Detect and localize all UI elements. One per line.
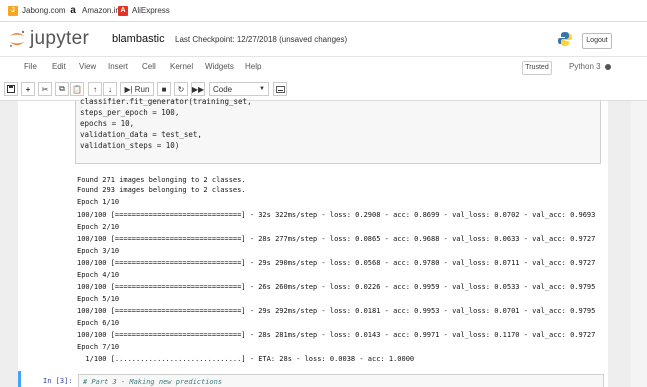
bookmark-jabong[interactable]: J Jabong.com <box>8 4 66 17</box>
output-line: Epoch 1/10 <box>77 198 120 206</box>
bookmark-amazon[interactable]: a Amazon.in <box>68 4 120 17</box>
insert-cell-button[interactable]: + <box>21 82 35 96</box>
code-line: classifier.fit_generator(training_set, <box>80 97 252 106</box>
output-line: 100/100 [==============================]… <box>77 307 596 315</box>
move-up-button[interactable]: ↑ <box>88 82 102 96</box>
output-line: 100/100 [==============================]… <box>77 235 596 243</box>
checkpoint-status: Last Checkpoint: 12/27/2018 (unsaved cha… <box>175 35 347 44</box>
notebook-page: classifier.fit_generator(training_set, s… <box>18 97 608 387</box>
output-line: Found 271 images belonging to 2 classes. <box>77 176 246 184</box>
output-line: 100/100 [==============================]… <box>77 259 596 267</box>
command-palette-button[interactable] <box>273 82 287 96</box>
next-code-cell[interactable]: In [3]: # Part 3 - Making new prediction… <box>18 371 608 387</box>
output-line: Epoch 5/10 <box>77 295 120 303</box>
kernel-name[interactable]: Python 3 <box>569 62 601 71</box>
restart-run-all-button[interactable]: ▶▶ <box>191 82 205 96</box>
bookmark-label: AliExpress <box>132 6 170 15</box>
notebook-name[interactable]: blambastic <box>112 33 165 45</box>
interrupt-button[interactable]: ■ <box>157 82 171 96</box>
trusted-indicator[interactable]: Trusted <box>522 61 552 75</box>
logout-button[interactable]: Logout <box>582 33 612 49</box>
cell-type-select[interactable]: Code ▼ <box>209 82 269 96</box>
kernel-busy-icon <box>605 64 611 70</box>
bookmarks-bar: J Jabong.com a Amazon.in A AliExpress <box>0 0 647 22</box>
bookmark-aliexpress[interactable]: A AliExpress <box>118 4 170 17</box>
keyboard-icon <box>275 85 285 93</box>
page-scrollbar[interactable] <box>631 101 647 387</box>
step-forward-icon: ▶| <box>124 84 133 94</box>
restart-button[interactable]: ↻ <box>174 82 188 96</box>
menu-bar: File Edit View Insert Cell Kernel Widget… <box>0 56 647 80</box>
output-line: Epoch 6/10 <box>77 319 120 327</box>
jupyter-logo-text[interactable]: jupyter <box>30 28 89 50</box>
fast-forward-icon: ▶▶ <box>191 84 205 94</box>
paste-icon: 📋 <box>72 84 82 94</box>
menu-cell[interactable]: Cell <box>142 62 156 71</box>
bookmark-label: Amazon.in <box>82 6 120 15</box>
move-down-button[interactable]: ↓ <box>103 82 117 96</box>
output-line: 100/100 [==============================]… <box>77 283 596 291</box>
jupyter-logo-icon[interactable] <box>8 30 26 48</box>
plus-icon: + <box>25 84 31 94</box>
code-line: validation_steps = 10) <box>80 141 180 150</box>
output-line: Epoch 4/10 <box>77 271 120 279</box>
output-line: Epoch 2/10 <box>77 223 120 231</box>
menu-file[interactable]: File <box>24 62 37 71</box>
jabong-icon: J <box>8 5 18 16</box>
code-line: steps_per_epoch = 100, <box>80 108 180 117</box>
amazon-icon: a <box>68 5 78 16</box>
menu-insert[interactable]: Insert <box>108 62 128 71</box>
notebook-header: jupyter blambastic Last Checkpoint: 12/2… <box>0 22 647 56</box>
output-line: Found 293 images belonging to 2 classes. <box>77 186 246 194</box>
python-logo-icon <box>558 32 572 46</box>
cell-type-value: Code <box>213 84 233 94</box>
refresh-icon: ↻ <box>177 84 185 94</box>
save-icon <box>7 85 15 93</box>
copy-icon: ⧉ <box>59 84 65 93</box>
menu-widgets[interactable]: Widgets <box>205 62 234 71</box>
output-line: 1/100 [..............................] -… <box>77 355 415 363</box>
cell-prompt: In [3]: <box>43 377 73 385</box>
paste-button[interactable]: 📋 <box>70 82 84 96</box>
run-button[interactable]: ▶| Run <box>120 82 154 96</box>
menu-edit[interactable]: Edit <box>52 62 66 71</box>
output-line: Epoch 7/10 <box>77 343 120 351</box>
chevron-down-icon: ▼ <box>259 86 265 92</box>
stop-icon: ■ <box>161 84 167 94</box>
copy-button[interactable]: ⧉ <box>55 82 69 96</box>
output-line: 100/100 [==============================]… <box>77 331 596 339</box>
code-line: epochs = 10, <box>80 119 135 128</box>
bookmark-label: Jabong.com <box>22 6 66 15</box>
scissors-icon: ✂ <box>41 84 49 94</box>
save-button[interactable] <box>4 82 18 96</box>
output-line: Epoch 3/10 <box>77 247 120 255</box>
output-line: 100/100 [==============================]… <box>77 211 596 219</box>
arrow-up-icon: ↑ <box>93 84 97 94</box>
code-cell-input[interactable]: classifier.fit_generator(training_set, s… <box>75 97 601 164</box>
run-label: Run <box>134 84 150 94</box>
code-comment: # Part 3 - Making new predictions <box>83 378 223 386</box>
menu-kernel[interactable]: Kernel <box>170 62 193 71</box>
aliexpress-icon: A <box>118 5 128 16</box>
menu-view[interactable]: View <box>79 62 96 71</box>
arrow-down-icon: ↓ <box>108 84 112 94</box>
cut-button[interactable]: ✂ <box>38 82 52 96</box>
menu-help[interactable]: Help <box>245 62 261 71</box>
code-cell-input[interactable]: # Part 3 - Making new predictions <box>78 374 604 387</box>
checkpoint-label: Last Checkpoint: 12/27/2018 <box>175 35 277 44</box>
code-line: validation_data = test_set, <box>80 130 202 139</box>
unsaved-status: (unsaved changes) <box>279 35 348 44</box>
